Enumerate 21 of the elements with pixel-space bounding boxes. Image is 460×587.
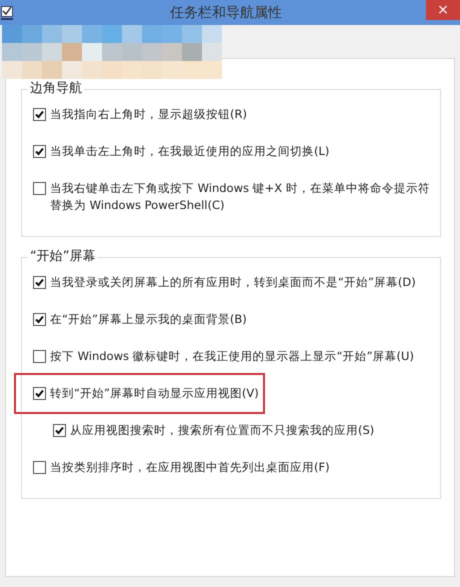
checkbox[interactable] bbox=[33, 182, 46, 195]
checkbox-label: 当我右键单击左下角或按下 Windows 键+X 时，在菜单中将命令提示符替换为 Windows PowerShell(C) bbox=[50, 180, 431, 214]
checkbox-label: 转到“开始”屏幕时自动显示应用视图(V) bbox=[50, 385, 259, 402]
checkbox-label: 在“开始”屏幕上显示我的桌面背景(B) bbox=[50, 311, 247, 328]
checkbox-label: 当按类别排序时，在应用视图中首先列出桌面应用(F) bbox=[50, 459, 330, 476]
checkbox-label: 当我登录或关闭屏幕上的所有应用时，转到桌面而不是“开始”屏幕(D) bbox=[50, 274, 416, 291]
checkbox[interactable] bbox=[33, 276, 46, 289]
checkbox-label: 从应用视图搜索时，搜索所有位置而不只搜索我的应用(S) bbox=[70, 422, 374, 439]
checkbox[interactable] bbox=[33, 387, 46, 400]
checkbox[interactable] bbox=[33, 461, 46, 474]
checkbox[interactable] bbox=[53, 424, 66, 437]
checkbox[interactable] bbox=[33, 350, 46, 363]
window-title: 任务栏和导航属性 bbox=[170, 4, 282, 23]
checkbox[interactable] bbox=[33, 145, 46, 158]
checkbox-label: 按下 Windows 徽标键时，在我正使用的显示器上显示“开始”屏幕(U) bbox=[50, 348, 414, 365]
checkbox-label: 当我单击左上角时，在我最近使用的应用之间切换(L) bbox=[50, 143, 330, 160]
checkbox[interactable] bbox=[33, 313, 46, 326]
app-icon bbox=[1, 6, 13, 20]
checkbox-label: 当我指向右上角时，显示超级按钮(R) bbox=[50, 106, 247, 123]
close-button[interactable]: × bbox=[426, 0, 460, 20]
checkbox[interactable] bbox=[33, 108, 46, 121]
